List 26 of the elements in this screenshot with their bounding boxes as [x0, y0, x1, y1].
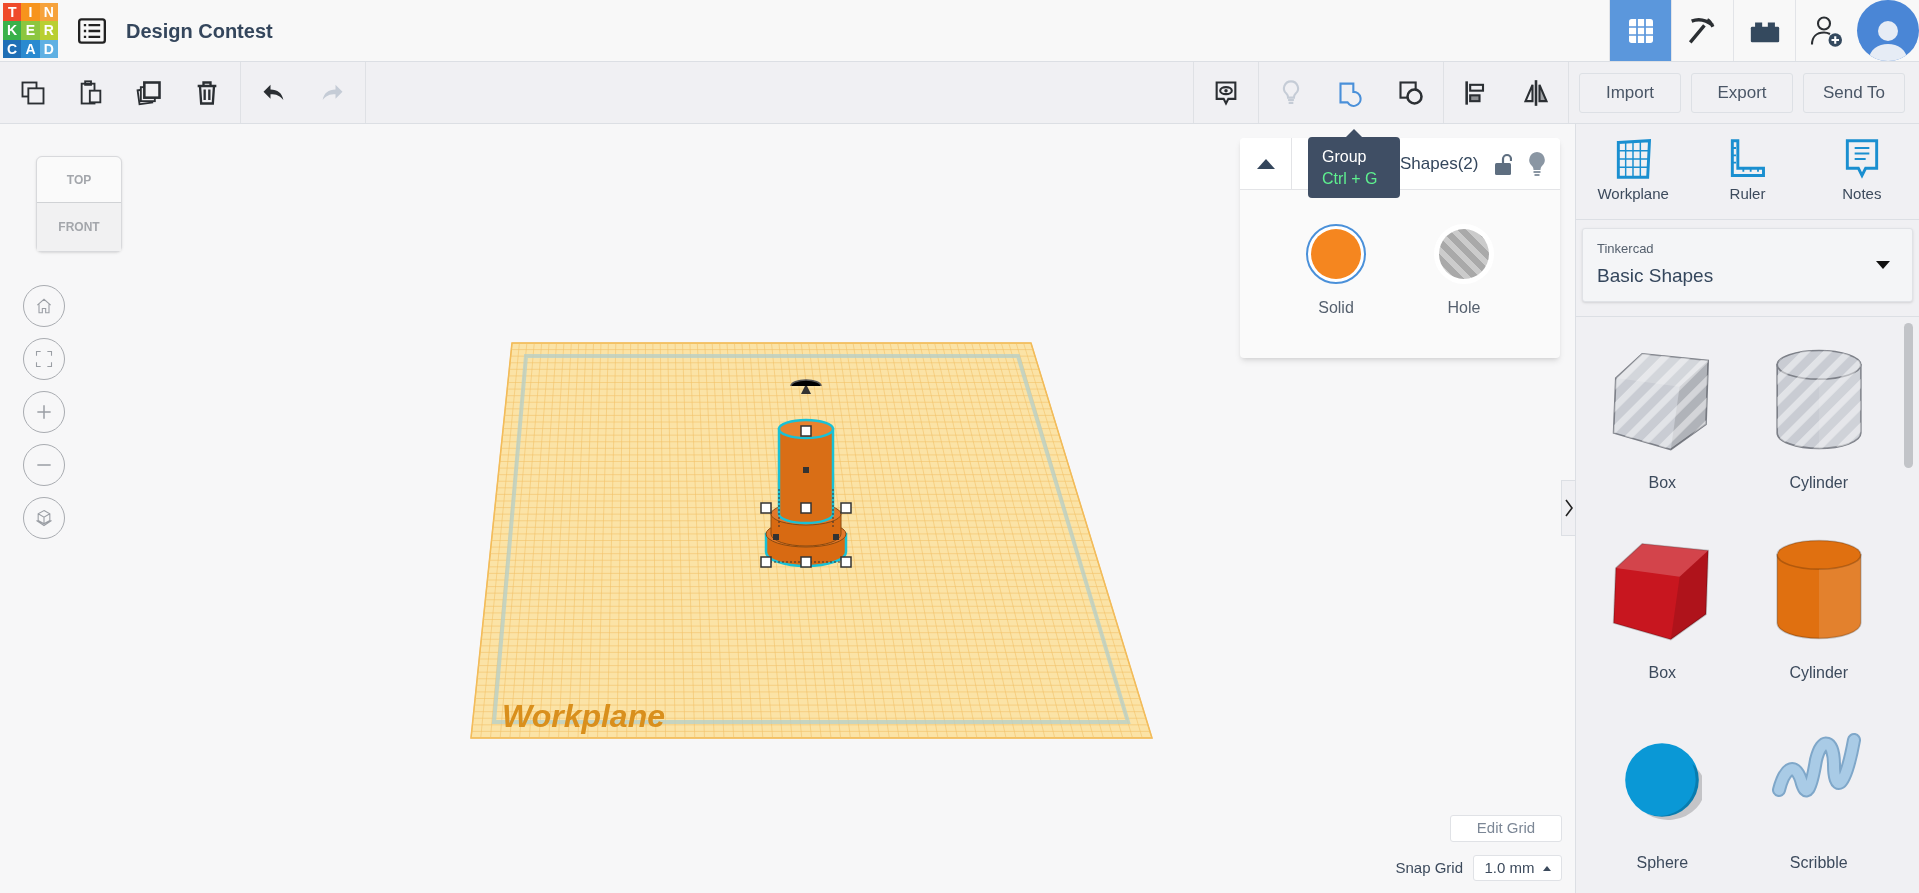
design-title[interactable]: Design Contest	[126, 15, 273, 46]
edit-grid-button[interactable]: Edit Grid	[1450, 815, 1562, 842]
action-button[interactable]: Import	[1579, 72, 1681, 113]
tinkercad-logo[interactable]: T I N K E R C A D	[3, 3, 58, 58]
shape-library-dropdown[interactable]: Tinkercad Basic Shapes	[1582, 227, 1913, 302]
shape-item[interactable]: Box	[1584, 323, 1741, 513]
shape-item[interactable]: Box	[1584, 513, 1741, 703]
hole-option[interactable]: Hole	[1424, 224, 1504, 320]
shape-item[interactable]: Cylinder	[1740, 323, 1897, 513]
shape-item[interactable]: Cylinder	[1740, 513, 1897, 703]
library-source: Tinkercad	[1597, 239, 1655, 258]
action-button[interactable]: Export	[1691, 72, 1793, 113]
tooltip-shortcut: Ctrl + G	[1322, 168, 1379, 189]
library-name: Basic Shapes	[1597, 264, 1714, 289]
snap-grid-select[interactable]: 1.0 mm	[1473, 855, 1562, 881]
inspector-title: Shapes(2)	[1400, 152, 1479, 175]
shape-item[interactable]: Sphere	[1584, 703, 1741, 893]
snap-grid-label: Snap Grid	[1395, 857, 1463, 878]
shape-item[interactable]: Scribble	[1740, 703, 1897, 893]
action-button[interactable]: Send To	[1803, 72, 1905, 113]
notes-tool-button[interactable]: Notes	[1811, 137, 1912, 206]
solid-option[interactable]: Solid	[1296, 224, 1376, 320]
workplane-label: Workplane	[502, 697, 665, 736]
tooltip-title: Group	[1322, 146, 1368, 167]
ruler-tool-button[interactable]: Ruler	[1697, 137, 1798, 206]
workplane-tool-button[interactable]: Workplane	[1583, 137, 1684, 206]
